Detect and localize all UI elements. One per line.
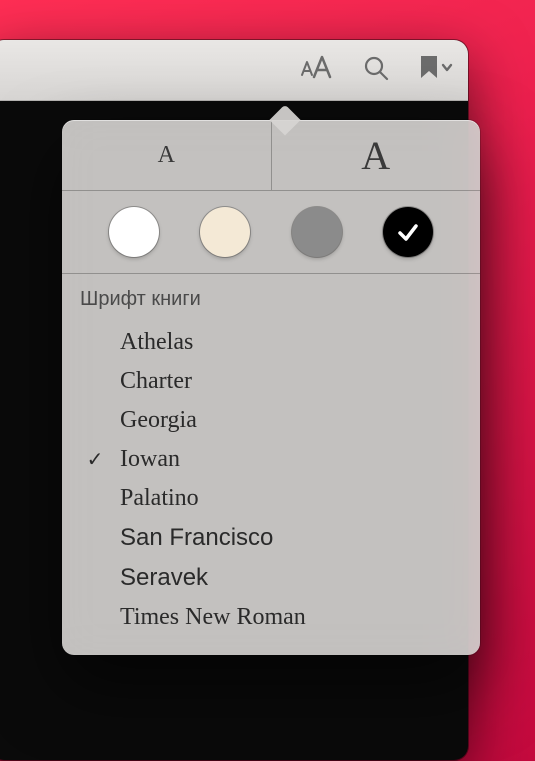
checkmark-icon: ✓ <box>80 447 110 472</box>
fonts-header: Шрифт книги <box>62 288 480 323</box>
theme-swatch-night[interactable] <box>383 207 433 257</box>
appearance-button[interactable] <box>298 52 334 88</box>
font-list: ✓Athelas✓Charter✓Georgia✓Iowan✓Palatino✓… <box>62 323 480 637</box>
font-name-label: Palatino <box>120 485 199 512</box>
font-option[interactable]: ✓Charter <box>62 362 480 401</box>
font-name-label: Georgia <box>120 407 197 434</box>
font-option[interactable]: ✓San Francisco <box>62 518 480 558</box>
text-appearance-icon <box>299 55 333 86</box>
bookmark-button[interactable] <box>418 52 454 88</box>
font-name-label: Times New Roman <box>120 604 306 631</box>
increase-font-size-button[interactable]: A <box>272 120 481 190</box>
font-option[interactable]: ✓Seravek <box>62 558 480 598</box>
small-a-label: A <box>158 142 175 169</box>
bookmark-dropdown-icon <box>417 54 455 87</box>
window-titlebar <box>0 40 468 101</box>
theme-swatch-white[interactable] <box>109 207 159 257</box>
font-name-label: Charter <box>120 368 192 395</box>
checkmark-icon <box>394 218 422 246</box>
search-button[interactable] <box>358 52 394 88</box>
theme-swatch-gray[interactable] <box>292 207 342 257</box>
font-option[interactable]: ✓Times New Roman <box>62 598 480 637</box>
fonts-section: Шрифт книги ✓Athelas✓Charter✓Georgia ✓ Iow… <box>62 274 480 655</box>
decrease-font-size-button[interactable]: A <box>62 120 271 190</box>
font-size-row: A A <box>62 120 480 190</box>
font-name-label: Seravek <box>120 564 208 592</box>
font-name-label: San Francisco <box>120 524 273 552</box>
font-name-label: Athelas <box>120 329 193 356</box>
theme-swatch-sepia[interactable] <box>200 207 250 257</box>
toolbar-right-group <box>298 40 454 100</box>
large-a-label: A <box>361 132 390 179</box>
font-option[interactable]: ✓ Iowan <box>62 440 480 479</box>
appearance-popover: A A Шрифт книги ✓Athelas✓Charter✓Georgia… <box>62 120 480 655</box>
theme-row <box>62 191 480 273</box>
font-option[interactable]: ✓Georgia <box>62 401 480 440</box>
search-icon <box>362 54 390 87</box>
font-option[interactable]: ✓Athelas <box>62 323 480 362</box>
font-option[interactable]: ✓Palatino <box>62 479 480 518</box>
font-name-label: Iowan <box>120 446 180 473</box>
